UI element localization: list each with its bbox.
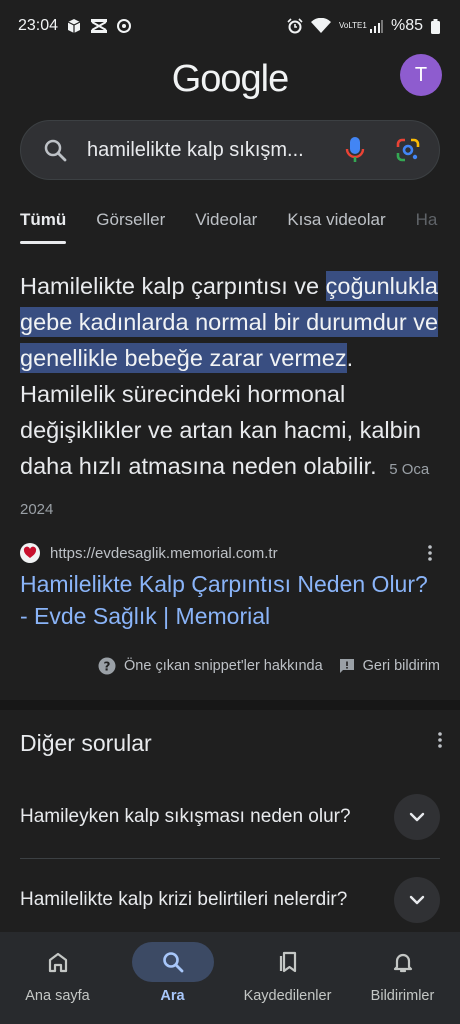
battery-percent: %85 <box>390 17 423 34</box>
search-icon <box>43 138 67 162</box>
source-url[interactable]: https://evdesaglik.memorial.com.tr <box>50 545 420 562</box>
snippet-text-before: Hamilelikte kalp çarpıntısı ve <box>20 273 326 299</box>
expand-button[interactable] <box>394 876 440 923</box>
more-vert-icon[interactable] <box>438 732 442 753</box>
svg-text:?: ? <box>104 660 111 674</box>
sync-icon <box>116 18 132 34</box>
home-icon <box>17 942 99 982</box>
help-icon: ? <box>98 657 116 675</box>
bell-icon <box>362 942 444 982</box>
chevron-down-icon <box>409 895 425 904</box>
nav-notifications[interactable]: Bildirimler <box>345 932 460 1024</box>
status-right: VoLTE1 %85 <box>287 17 440 35</box>
bookmarks-icon <box>247 942 329 982</box>
chevron-down-icon <box>409 812 425 822</box>
status-time: 23:04 <box>18 17 59 34</box>
more-vert-icon[interactable] <box>420 540 440 566</box>
nav-saved[interactable]: Kaydedilenler <box>230 932 345 1024</box>
feedback-icon <box>339 658 355 674</box>
microphone-icon[interactable] <box>345 136 365 164</box>
search-icon <box>131 942 214 982</box>
signal-icon <box>369 19 383 33</box>
status-bar: 23:04 VoLTE1 %85 <box>0 0 460 52</box>
site-favicon-icon <box>20 543 40 563</box>
alarm-icon <box>287 18 303 34</box>
tab-images[interactable]: Görseller <box>96 196 165 240</box>
status-left: 23:04 <box>18 17 132 35</box>
app-notification-icon <box>90 18 108 34</box>
wifi-icon <box>310 18 331 34</box>
about-snippets-link[interactable]: ? Öne çıkan snippet'ler hakkında <box>98 657 323 675</box>
header: Google T <box>0 52 460 116</box>
nav-search-label: Ara <box>160 988 185 1004</box>
tab-all[interactable]: Tümü <box>20 196 67 244</box>
question-text: Hamilelikte kalp krizi belirtileri neler… <box>20 888 348 910</box>
search-input[interactable]: hamilelikte kalp sıkışm... <box>87 139 345 162</box>
search-tabs: Tümü Görseller Videolar Kısa videolar Ha <box>0 196 460 244</box>
tab-videos[interactable]: Videolar <box>195 196 257 240</box>
search-bar[interactable]: hamilelikte kalp sıkışm... <box>20 120 440 180</box>
question-item[interactable]: Hamileyken kalp sıkışması neden olur? <box>20 776 440 858</box>
google-logo: Google <box>171 58 290 100</box>
section-divider <box>0 700 460 710</box>
package-icon <box>66 18 82 34</box>
nav-home-label: Ana sayfa <box>25 988 90 1004</box>
other-questions-section: Diğer sorular Hamileyken kalp sıkışması … <box>0 710 460 940</box>
google-lens-icon[interactable] <box>395 137 421 163</box>
feedback-label: Geri bildirim <box>362 658 440 674</box>
question-text: Hamileyken kalp sıkışması neden olur? <box>20 806 351 827</box>
result-title-link[interactable]: Hamilelikte Kalp Çarpıntısı Neden Olur? … <box>20 568 440 632</box>
search-actions <box>345 136 421 164</box>
tab-short-videos[interactable]: Kısa videolar <box>287 196 385 240</box>
battery-icon <box>431 18 440 34</box>
bottom-navigation: Ana sayfa Ara Kaydedilenler Bildirimler <box>0 932 460 1024</box>
snippet-source[interactable]: https://evdesaglik.memorial.com.tr <box>20 540 440 566</box>
about-snippets-label: Öne çıkan snippet'ler hakkında <box>124 658 323 674</box>
snippet-footer: ? Öne çıkan snippet'ler hakkında Geri bi… <box>0 652 460 680</box>
account-avatar[interactable]: T <box>400 54 442 96</box>
feedback-link[interactable]: Geri bildirim <box>339 658 440 674</box>
question-item[interactable]: Hamilelikte kalp krizi belirtileri neler… <box>20 858 440 940</box>
nav-saved-label: Kaydedilenler <box>243 988 332 1004</box>
nav-home[interactable]: Ana sayfa <box>0 932 115 1024</box>
volte-label: VoLTE1 <box>338 21 367 30</box>
other-questions-title: Diğer sorular <box>20 730 152 756</box>
featured-snippet-text: Hamilelikte kalp çarpıntısı ve çoğunlukl… <box>20 268 440 528</box>
nav-search[interactable]: Ara <box>115 932 230 1024</box>
expand-button[interactable] <box>394 794 440 840</box>
tab-news-partial[interactable]: Ha <box>416 196 438 240</box>
nav-notifications-label: Bildirimler <box>370 988 435 1004</box>
